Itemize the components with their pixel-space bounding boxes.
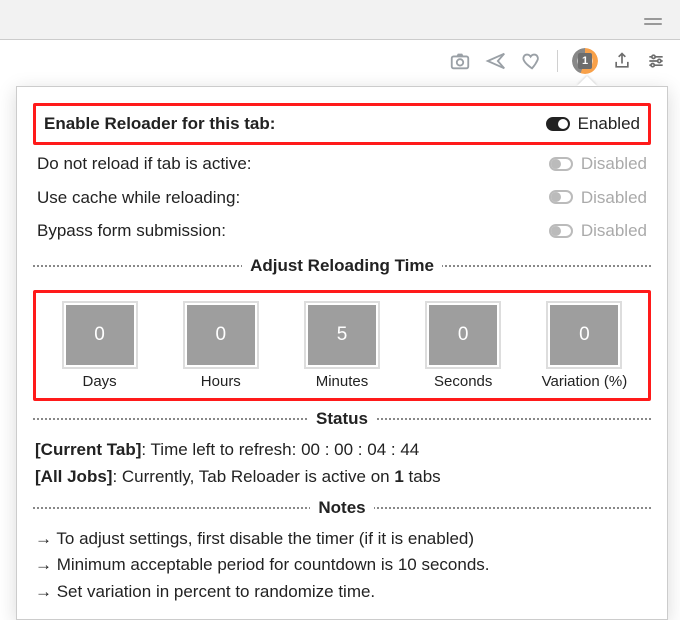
section-legend: Status — [308, 409, 376, 429]
time-input-hours[interactable]: 0 — [187, 305, 255, 365]
time-label: Hours — [165, 373, 276, 390]
popover-arrow — [577, 76, 597, 86]
toggle-state: Enabled — [578, 112, 640, 136]
option-enable-reloader[interactable]: Enable Reloader for this tab: Enabled — [33, 103, 651, 145]
time-input-variation[interactable]: 0 — [550, 305, 618, 365]
menu-icon[interactable] — [644, 15, 662, 28]
option-label: Bypass form submission: — [37, 219, 226, 243]
time-label: Seconds — [408, 373, 519, 390]
notification-count: 1 — [578, 53, 592, 69]
time-label: Days — [44, 373, 155, 390]
option-use-cache[interactable]: Use cache while reloading: Disabled — [33, 181, 651, 215]
toggle-state: Disabled — [581, 186, 647, 210]
time-cell-minutes: 5 Minutes — [286, 305, 397, 390]
note-line: → Minimum acceptable period for countdow… — [35, 552, 649, 578]
heart-icon[interactable] — [521, 49, 543, 73]
option-no-reload-active[interactable]: Do not reload if tab is active: Disabled — [33, 147, 651, 181]
time-input-seconds[interactable]: 0 — [429, 305, 497, 365]
browser-top-bar — [0, 0, 680, 40]
time-inputs-group: 0 Days 0 Hours 5 Minutes 0 Seconds 0 Var… — [33, 290, 651, 401]
extension-badge[interactable]: 1 — [572, 48, 598, 74]
time-input-days[interactable]: 0 — [66, 305, 134, 365]
toggle-state: Disabled — [581, 219, 647, 243]
status-time-left: 00 : 00 : 04 : 44 — [301, 440, 419, 459]
toggle-state: Disabled — [581, 152, 647, 176]
time-cell-variation: 0 Variation (%) — [529, 305, 640, 390]
time-label: Variation (%) — [529, 373, 640, 390]
toolbar-separator — [557, 50, 558, 72]
settings-sliders-icon[interactable] — [646, 49, 666, 73]
toggle-switch[interactable] — [549, 224, 573, 238]
section-notes: Notes → To adjust settings, first disabl… — [33, 498, 651, 605]
note-line: → Set variation in percent to randomize … — [35, 579, 649, 605]
section-adjust-time: Adjust Reloading Time 0 Days 0 Hours 5 M… — [33, 256, 651, 401]
section-status: Status [Current Tab]: Time left to refre… — [33, 409, 651, 490]
toggle-switch[interactable] — [549, 190, 573, 204]
time-input-minutes[interactable]: 5 — [308, 305, 376, 365]
toggle-switch[interactable] — [549, 157, 573, 171]
send-icon[interactable] — [485, 49, 507, 73]
option-bypass-form[interactable]: Bypass form submission: Disabled — [33, 214, 651, 248]
extension-popover: Enable Reloader for this tab: Enabled Do… — [16, 86, 668, 620]
section-legend: Adjust Reloading Time — [242, 256, 442, 276]
option-label: Enable Reloader for this tab: — [44, 112, 275, 136]
time-cell-seconds: 0 Seconds — [408, 305, 519, 390]
option-label: Do not reload if tab is active: — [37, 152, 252, 176]
note-line: → To adjust settings, first disable the … — [35, 526, 649, 552]
option-label: Use cache while reloading: — [37, 186, 240, 210]
camera-icon[interactable] — [449, 49, 471, 73]
status-all-jobs: [All Jobs]: Currently, Tab Reloader is a… — [35, 464, 649, 490]
section-legend: Notes — [310, 498, 373, 518]
status-current-tab: [Current Tab]: Time left to refresh: 00 … — [35, 437, 649, 463]
time-label: Minutes — [286, 373, 397, 390]
status-tab-count: 1 — [394, 467, 403, 486]
toggle-switch[interactable] — [546, 117, 570, 131]
share-icon[interactable] — [612, 49, 632, 73]
time-cell-hours: 0 Hours — [165, 305, 276, 390]
time-cell-days: 0 Days — [44, 305, 155, 390]
